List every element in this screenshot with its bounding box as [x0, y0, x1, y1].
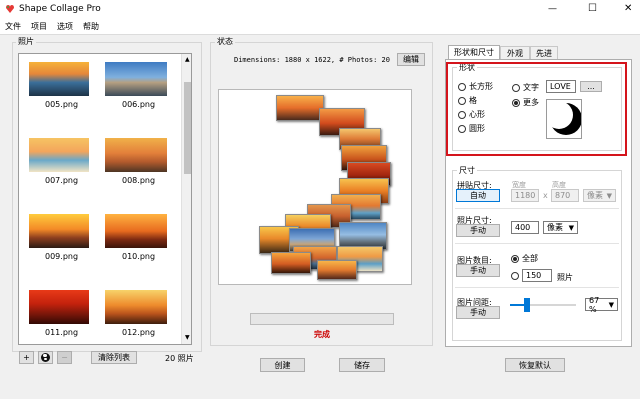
minimize-button[interactable]: —	[548, 4, 557, 14]
dimensions-text: Dimensions: 1880 x 1622, # Photos: 20	[234, 56, 390, 64]
photo-name: 006.png	[122, 100, 156, 109]
chevron-down-icon: ▼	[568, 223, 574, 232]
window-title: Shape Collage Pro	[19, 4, 101, 14]
photo-list-scrollbar[interactable]: ▲ ▼	[181, 54, 191, 344]
photo-count-unit: 照片	[557, 273, 573, 282]
photo-size-input[interactable]: 400	[511, 221, 539, 234]
chevron-down-icon: ▼	[608, 300, 614, 309]
divider	[455, 243, 619, 244]
create-button[interactable]: 创建	[260, 358, 305, 372]
photo-thumbnail[interactable]	[105, 290, 167, 324]
add-photo-button[interactable]: +	[19, 351, 34, 364]
photo-thumbnail[interactable]	[105, 138, 167, 172]
edit-button[interactable]: 编辑	[397, 53, 425, 66]
remove-photo-button[interactable]: −	[57, 351, 72, 364]
photo-count-text: 20 照片	[165, 354, 194, 363]
size-x-label: x	[543, 191, 548, 200]
size-group-label: 尺寸	[457, 165, 477, 176]
photo-list[interactable]: 005.png 006.png 007.png 008.png 009.png …	[18, 53, 192, 345]
collage-size-auto-button[interactable]: 自动	[456, 189, 500, 202]
status-group-label: 状态	[215, 36, 235, 47]
photo-name: 010.png	[122, 252, 156, 261]
scrollbar-thumb[interactable]	[184, 82, 191, 174]
menu-bar: 文件 项目 选项 帮助	[0, 19, 640, 34]
photo-thumbnail[interactable]	[29, 290, 89, 324]
globe-icon	[41, 353, 50, 362]
save-button[interactable]: 储存	[339, 358, 385, 372]
photo-thumbnail[interactable]	[105, 62, 167, 96]
photo-thumbnail[interactable]	[29, 138, 89, 172]
photo-count-custom-option[interactable]	[511, 272, 519, 280]
photo-size-manual-button[interactable]: 手动	[456, 224, 500, 237]
menu-help[interactable]: 帮助	[83, 21, 99, 32]
photo-size-unit-select[interactable]: 像素 ▼	[543, 221, 578, 234]
collage-photo	[317, 260, 357, 280]
collage-size-unit-select[interactable]: 像素 ▼	[583, 189, 616, 202]
menu-project[interactable]: 项目	[31, 21, 47, 32]
photo-thumbnail[interactable]	[29, 214, 89, 248]
spacing-manual-button[interactable]: 手动	[456, 306, 500, 319]
photo-count-manual-button[interactable]: 手动	[456, 264, 500, 277]
slider-thumb[interactable]	[524, 298, 530, 312]
maximize-button[interactable]: ☐	[588, 3, 597, 14]
restore-defaults-button[interactable]: 恢复默认	[505, 358, 565, 372]
collage-preview	[218, 89, 412, 285]
collage-photo	[276, 95, 324, 121]
menu-options[interactable]: 选项	[57, 21, 73, 32]
divider	[455, 208, 619, 209]
status-done-text: 完成	[314, 330, 330, 339]
photo-name: 008.png	[122, 176, 156, 185]
tab-advanced[interactable]: 先进	[530, 46, 558, 59]
photo-name: 007.png	[45, 176, 79, 185]
photo-name: 011.png	[45, 328, 79, 337]
scroll-down-icon[interactable]: ▼	[185, 334, 190, 341]
chevron-down-icon: ▼	[606, 191, 612, 200]
photo-name: 005.png	[45, 100, 79, 109]
photo-thumbnail[interactable]	[29, 62, 89, 96]
collage-photo	[271, 252, 311, 274]
radio-icon[interactable]	[511, 254, 519, 263]
height-input[interactable]: 870	[551, 189, 579, 202]
app-logo-icon	[5, 4, 15, 14]
progress-bar	[250, 313, 394, 325]
tab-appearance[interactable]: 外观	[500, 46, 530, 59]
radio-icon[interactable]	[511, 272, 519, 280]
menu-file[interactable]: 文件	[5, 21, 21, 32]
photo-count-input[interactable]: 150	[522, 269, 552, 282]
clear-list-button[interactable]: 清除列表	[91, 351, 137, 364]
width-input[interactable]: 1180	[511, 189, 539, 202]
tab-shape-size[interactable]: 形状和尺寸	[448, 45, 500, 59]
shape-highlight-box	[446, 62, 627, 156]
close-button[interactable]: ✕	[624, 3, 632, 14]
divider	[455, 287, 619, 288]
photo-thumbnail[interactable]	[105, 214, 167, 248]
web-photos-button[interactable]	[38, 351, 53, 364]
photo-count-all-option[interactable]: 全部	[511, 253, 538, 264]
spacing-value-select[interactable]: 67 % ▼	[585, 296, 618, 314]
scroll-up-icon[interactable]: ▲	[185, 56, 190, 63]
photo-name: 009.png	[45, 252, 79, 261]
spacing-slider[interactable]	[510, 297, 576, 313]
title-bar: Shape Collage Pro — ☐ ✕	[0, 0, 640, 19]
photo-name: 012.png	[122, 328, 156, 337]
photos-group-label: 照片	[16, 36, 36, 47]
